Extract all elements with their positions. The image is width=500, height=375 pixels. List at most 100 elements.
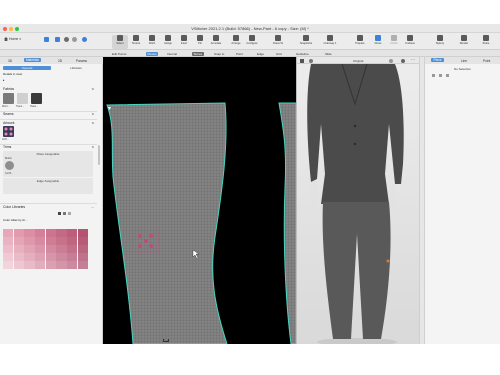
original-select[interactable]: Original <box>353 59 363 63</box>
color-swatch[interactable] <box>35 237 46 245</box>
tool-prepare[interactable]: Prepare <box>352 35 368 49</box>
undo-icon[interactable] <box>64 37 69 42</box>
color-swatch[interactable] <box>45 253 56 261</box>
jacket[interactable] <box>307 64 404 204</box>
view-cube-icon[interactable] <box>300 58 304 63</box>
more-icon[interactable]: ⋯ <box>411 57 415 62</box>
tool-annotate[interactable]: Annotate <box>208 35 224 49</box>
slide-toggle[interactable]: Slide <box>325 52 332 56</box>
tool-render[interactable]: Render <box>456 35 472 49</box>
color-swatch[interactable] <box>67 237 78 245</box>
pant-piece-left[interactable] <box>106 102 228 344</box>
list-view-icon[interactable] <box>68 212 71 215</box>
artwork-thumb[interactable] <box>3 126 14 137</box>
snap-edge-toggle[interactable]: Edge <box>257 52 264 56</box>
color-swatch[interactable] <box>77 229 88 237</box>
color-swatch[interactable] <box>67 229 78 237</box>
color-swatch[interactable] <box>3 245 14 253</box>
redo-icon[interactable] <box>72 37 77 42</box>
tool-dress[interactable]: Dress <box>370 35 386 49</box>
color-swatch[interactable] <box>24 261 35 269</box>
fabric-thumb-0[interactable] <box>3 93 14 104</box>
avatar-3d[interactable] <box>297 64 419 344</box>
tool-undress[interactable]: Undress <box>402 35 418 49</box>
tool-colorway[interactable]: Colorway 1 <box>322 35 338 49</box>
color-swatch[interactable] <box>3 253 14 261</box>
tool-texture[interactable]: Texture <box>128 35 144 49</box>
open-file-icon[interactable] <box>44 37 49 42</box>
tab-3d[interactable]: 3D <box>8 59 12 63</box>
snap-grid-toggle[interactable]: Grid <box>276 52 282 56</box>
color-swatch[interactable] <box>3 237 14 245</box>
color-swatch[interactable] <box>35 229 46 237</box>
color-swatch[interactable] <box>67 261 78 269</box>
add-trim-icon[interactable]: ⇅ <box>91 145 94 149</box>
color-swatch[interactable] <box>45 245 56 253</box>
flip-icon[interactable] <box>446 74 449 77</box>
color-swatch[interactable] <box>24 229 35 237</box>
tool-dress-w[interactable]: Dress W <box>270 35 286 49</box>
home-button[interactable]: Home ▾ <box>4 37 21 41</box>
pin-marker-icon[interactable] <box>386 259 390 263</box>
color-swatch[interactable] <box>77 253 88 261</box>
pieces-toggle[interactable]: Pieces <box>146 51 159 56</box>
align-icon[interactable] <box>432 74 435 77</box>
subtab-opened[interactable]: Opened <box>3 66 51 70</box>
color-swatch[interactable] <box>67 253 78 261</box>
snap-guideline-toggle[interactable]: Guideline <box>296 52 309 56</box>
color-swatch[interactable] <box>13 261 24 269</box>
color-swatch[interactable] <box>13 245 24 253</box>
color-swatch[interactable] <box>13 229 24 237</box>
tool-finish[interactable]: Finish <box>386 35 402 49</box>
viewport-2d[interactable]: ATI <box>103 57 296 344</box>
tab-line[interactable]: Line <box>461 59 467 63</box>
color-swatch[interactable] <box>56 229 67 237</box>
lighting-icon[interactable] <box>389 58 393 63</box>
color-swatch[interactable] <box>24 253 35 261</box>
tool-snapshots[interactable]: Snapshots <box>298 35 314 49</box>
tool-configure[interactable]: Configure <box>244 35 260 49</box>
edit-points-button[interactable]: Edit Points <box>112 52 126 56</box>
color-swatch[interactable] <box>24 245 35 253</box>
color-swatch[interactable] <box>45 261 56 269</box>
color-swatch[interactable] <box>3 229 14 237</box>
color-swatch[interactable] <box>67 245 78 253</box>
viewport-3d[interactable]: Original ⋯ <box>296 57 419 344</box>
snap-point-toggle[interactable]: Point <box>236 52 243 56</box>
color-swatch[interactable] <box>56 237 67 245</box>
color-swatch[interactable] <box>45 229 56 237</box>
pants[interactable] <box>322 202 391 339</box>
add-fabric-icon[interactable]: ⇅ <box>91 87 94 91</box>
color-swatch[interactable] <box>35 261 46 269</box>
color-swatch[interactable] <box>35 253 46 261</box>
color-swatch[interactable] <box>13 253 24 261</box>
internal-toggle[interactable]: Internal <box>167 52 177 56</box>
tool-share[interactable]: Share <box>478 35 494 49</box>
subtab-libraries[interactable]: Libraries <box>52 66 100 70</box>
left-panel-scrollbar[interactable] <box>98 145 100 165</box>
color-swatch[interactable] <box>45 237 56 245</box>
color-atlas-select[interactable]: Color Atlas by Ar... <box>3 218 28 222</box>
tab-piece[interactable]: Piece <box>431 58 444 62</box>
tool-stitch[interactable]: Stitch <box>144 35 160 49</box>
add-seam-icon[interactable]: ⇅ <box>91 112 94 116</box>
add-artwork-icon[interactable]: ⇅ <box>91 121 94 125</box>
tab-materials[interactable]: Materials <box>24 58 41 62</box>
tool-stylezy[interactable]: Stylezy <box>432 35 448 49</box>
color-swatch[interactable] <box>77 245 88 253</box>
color-swatch[interactable] <box>56 245 67 253</box>
tool-insert[interactable]: Insert <box>176 35 192 49</box>
camera-view-icon[interactable] <box>309 58 313 63</box>
color-swatch[interactable] <box>35 245 46 253</box>
history-icon[interactable] <box>82 37 87 42</box>
color-swatch[interactable] <box>3 261 14 269</box>
stores-toggle[interactable]: Stores <box>192 51 204 56</box>
tool-select[interactable]: Select <box>112 35 128 49</box>
eyedropper-icon[interactable] <box>58 212 61 215</box>
color-swatch[interactable] <box>56 261 67 269</box>
grid-view-icon[interactable] <box>63 212 66 215</box>
tab-params[interactable]: Params <box>76 59 87 63</box>
color-swatch[interactable] <box>24 237 35 245</box>
color-swatch[interactable] <box>13 237 24 245</box>
pattern-canvas[interactable] <box>103 57 296 344</box>
